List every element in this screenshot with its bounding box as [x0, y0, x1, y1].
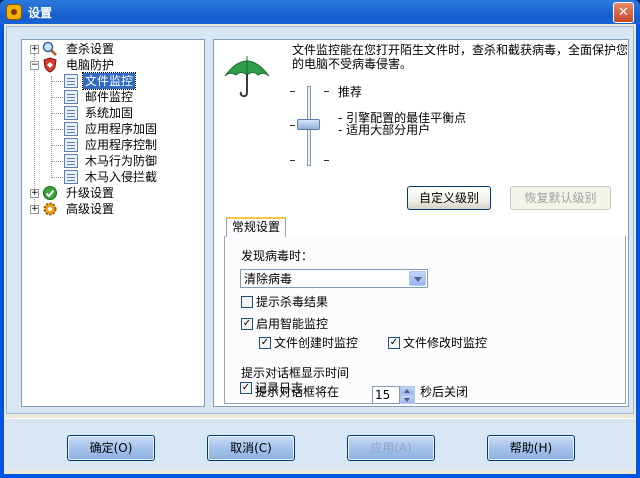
checkbox-box[interactable]	[241, 296, 253, 308]
tree-item-update-settings[interactable]: + 升级设置	[22, 185, 202, 201]
title-bar[interactable]: 设置 ✕	[0, 0, 640, 24]
help-button[interactable]: 帮助(H)	[487, 435, 575, 461]
tree-item-label: 电脑防护	[66, 58, 115, 72]
close-button[interactable]: ✕	[613, 2, 634, 23]
tree-item-trojan-defense[interactable]: 木马行为防御	[22, 153, 202, 169]
tree-item-label: 系统加固	[85, 106, 134, 120]
file-monitor-panel: 文件监控能在您打开陌生文件时，查杀和截获病毒，全面保护您的电脑不受病毒侵害。 推…	[213, 39, 629, 407]
tree-item-pc-protection[interactable]: − 电脑防护	[22, 57, 202, 73]
tree-item-label: 高级设置	[66, 202, 115, 216]
checkbox-label: 启用智能监控	[256, 317, 329, 331]
slider-tick	[324, 91, 329, 92]
tree-item-label: 邮件监控	[85, 90, 134, 104]
document-icon	[64, 138, 78, 152]
dialog-time-heading: 提示对话框显示时间	[241, 366, 350, 380]
document-icon	[64, 106, 78, 120]
ok-button[interactable]: 确定(O)	[67, 435, 155, 461]
on-virus-found-label: 发现病毒时：	[241, 249, 314, 263]
checkbox-label: 提示杀毒结果	[256, 295, 329, 309]
tree-item-label: 升级设置	[66, 186, 115, 200]
tree-item-app-control[interactable]: 应用程序控制	[22, 137, 202, 153]
document-icon	[64, 170, 78, 184]
seconds-stepper[interactable]	[400, 386, 415, 404]
tree-item-label: 木马入侵拦截	[85, 170, 158, 184]
tab-general-settings[interactable]: 常规设置	[226, 217, 286, 237]
close-icon: ✕	[618, 5, 629, 20]
chevron-down-icon[interactable]	[409, 271, 426, 286]
level-users-description: - 适用大部分用户	[338, 123, 431, 137]
log-checkbox[interactable]: ✓ 记录日志	[240, 381, 330, 395]
search-icon	[42, 41, 57, 56]
dialog-seconds-input[interactable]: 15	[372, 386, 400, 404]
settings-tree[interactable]: + 查杀设置 − 电脑防护 文件监控 邮件监控 系统加固 应用程序加固 应用程序…	[21, 39, 205, 407]
tree-item-label: 应用程序控制	[85, 138, 158, 152]
tree-item-advanced-settings[interactable]: + 高级设置	[22, 201, 202, 217]
spin-up-icon[interactable]	[400, 386, 415, 395]
checkbox-label: 文件创建时监控	[274, 336, 359, 350]
tree-item-trojan-intercept[interactable]: 木马入侵拦截	[22, 169, 202, 185]
document-icon	[64, 90, 78, 104]
checkbox-box[interactable]: ✓	[259, 337, 271, 349]
content-area: + 查杀设置 − 电脑防护 文件监控 邮件监控 系统加固 应用程序加固 应用程序…	[6, 26, 634, 414]
tree-item-label: 应用程序加固	[85, 122, 158, 136]
tree-item-scan-settings[interactable]: + 查杀设置	[22, 41, 202, 57]
slider-thumb[interactable]	[297, 119, 320, 130]
tree-item-label: 木马行为防御	[85, 154, 158, 168]
file-create-monitor-checkbox[interactable]: ✓ 文件创建时监控	[259, 336, 383, 350]
checkbox-label: 文件修改时监控	[403, 336, 488, 350]
expand-icon[interactable]: +	[30, 205, 39, 214]
show-result-checkbox[interactable]: 提示杀毒结果	[241, 295, 361, 309]
checkbox-box[interactable]: ✓	[241, 318, 253, 330]
tree-item-file-monitor[interactable]: 文件监控	[22, 72, 202, 90]
tree-item-label: 文件监控	[81, 72, 137, 90]
app-logo-icon	[6, 4, 22, 20]
expand-icon[interactable]: +	[30, 45, 39, 54]
dialog-close-suffix: 秒后关闭	[420, 385, 469, 399]
file-modify-monitor-checkbox[interactable]: ✓ 文件修改时监控	[388, 336, 512, 350]
document-icon	[64, 74, 78, 88]
gear-icon	[43, 202, 57, 216]
tree-item-app-hardening[interactable]: 应用程序加固	[22, 121, 202, 137]
smart-monitor-checkbox[interactable]: ✓ 启用智能监控	[241, 317, 361, 331]
checkbox-box[interactable]: ✓	[388, 337, 400, 349]
tree-item-system-hardening[interactable]: 系统加固	[22, 105, 202, 121]
virus-action-select[interactable]: 清除病毒	[240, 269, 428, 288]
document-icon	[64, 122, 78, 136]
apply-button[interactable]: 应用(A)	[347, 435, 435, 461]
window-body: + 查杀设置 − 电脑防护 文件监控 邮件监控 系统加固 应用程序加固 应用程序…	[4, 24, 636, 474]
slider-tick	[290, 91, 295, 92]
checkbox-box[interactable]: ✓	[240, 382, 252, 394]
feature-description: 文件监控能在您打开陌生文件时，查杀和截获病毒，全面保护您的电脑不受病毒侵害。	[292, 43, 629, 71]
dialog-button-bar: 确定(O) 取消(C) 应用(A) 帮助(H)	[6, 418, 634, 470]
shield-icon	[43, 57, 57, 73]
slider-tick	[290, 160, 295, 161]
custom-level-button[interactable]: 自定义级别	[407, 186, 491, 210]
settings-window: 设置 ✕ + 查杀设置 − 电脑防护 文件监控 邮件监控 系统加固 应用程序加固…	[0, 0, 640, 478]
slider-tick	[290, 125, 295, 126]
collapse-icon[interactable]: −	[30, 61, 39, 70]
checkbox-label: 记录日志	[255, 381, 304, 395]
window-title: 设置	[28, 6, 53, 20]
restore-default-button[interactable]: 恢复默认级别	[510, 186, 611, 210]
level-recommended-label: 推荐	[338, 85, 363, 99]
expand-icon[interactable]: +	[30, 189, 39, 198]
slider-tick	[324, 160, 329, 161]
cancel-button[interactable]: 取消(C)	[207, 435, 295, 461]
tree-item-mail-monitor[interactable]: 邮件监控	[22, 89, 202, 105]
tree-item-label: 查杀设置	[66, 42, 115, 56]
spin-down-icon[interactable]	[400, 395, 415, 404]
document-icon	[64, 154, 78, 168]
umbrella-icon	[224, 56, 270, 98]
update-icon	[43, 186, 57, 200]
virus-action-value: 清除病毒	[244, 272, 293, 286]
